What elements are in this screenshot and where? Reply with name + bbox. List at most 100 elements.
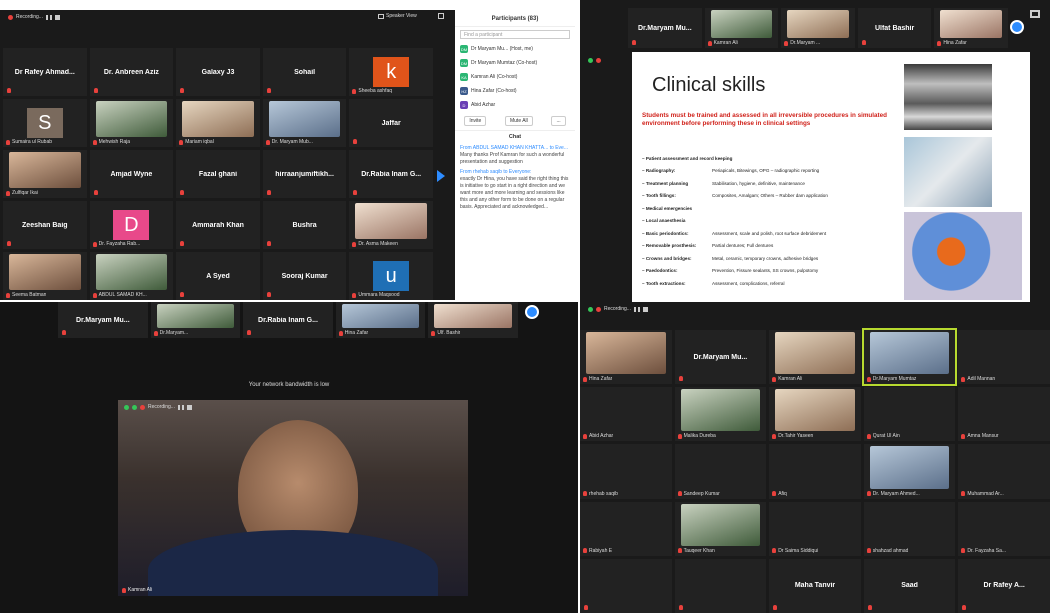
participant-tile[interactable]: u Ummara Maqsood	[349, 252, 433, 300]
participant-tile[interactable]: Kamran Ali	[769, 330, 861, 385]
participant-tile[interactable]: Amjad Wyne	[89, 150, 174, 198]
participant-tile[interactable]: Dr.Tahir Yaseen	[769, 387, 861, 442]
strip-tile[interactable]: Dr.Rabia Inam G...	[243, 302, 333, 338]
participant-tile[interactable]: A Syed	[176, 252, 260, 300]
participant-tile[interactable]: Bushra	[262, 201, 347, 249]
participant-tile[interactable]: Dr Saima Siddiqui	[769, 501, 861, 556]
fullscreen-icon[interactable]	[438, 13, 444, 19]
participant-tile[interactable]: rhehab saqib	[580, 444, 672, 499]
mic-muted-icon	[707, 40, 712, 46]
participant-caption-text: shahzad ahmad	[872, 547, 909, 554]
slide-item-key: Tooth fillings:	[642, 193, 712, 198]
mic-muted-icon	[431, 330, 436, 336]
mic-muted-icon	[92, 241, 97, 247]
participant-tile[interactable]: Fazal ghani	[176, 150, 260, 198]
participant-tile[interactable]: Saad	[863, 558, 956, 613]
pause-icon[interactable]	[633, 306, 640, 312]
participant-tile[interactable]: Dr. Maryam Mub...	[262, 99, 347, 147]
mic-muted-icon	[583, 376, 587, 382]
pause-icon[interactable]	[177, 404, 184, 410]
more-button[interactable]: ...	[551, 116, 566, 126]
participant-list-item[interactable]: DM Dr Maryam Mumtaz (Co-host)	[455, 56, 575, 70]
stop-icon[interactable]	[54, 14, 60, 20]
participant-list-item[interactable]: DM Dr Maryam Mu... (Host, me)	[455, 42, 575, 56]
participant-tile[interactable]: Sooraj Kumar	[262, 252, 347, 300]
strip-tile[interactable]: Dr.Maryam...	[150, 302, 241, 338]
participant-tile[interactable]: Dr. Maryam Ahmed...	[863, 444, 956, 499]
participant-tile[interactable]: k Sheeba ashfaq	[349, 48, 433, 96]
participant-tile[interactable]: Rabiyah E	[580, 501, 672, 556]
participant-video	[710, 10, 773, 38]
stop-icon[interactable]	[642, 306, 648, 312]
participant-tile[interactable]	[580, 558, 672, 613]
participant-tile[interactable]: Afiq	[769, 444, 861, 499]
participant-tile[interactable]: Dr. Fayzaha Sa...	[958, 501, 1050, 556]
mic-muted-icon	[866, 548, 871, 554]
stop-icon[interactable]	[186, 404, 192, 410]
strip-tile[interactable]: Kamran Ali	[704, 8, 779, 48]
participant-list-item[interactable]: HZ Hina Zafar (Co-host)	[455, 84, 575, 98]
recording-indicator[interactable]	[588, 58, 601, 63]
pause-icon[interactable]	[45, 14, 52, 20]
recording-indicator[interactable]: Recording...	[124, 404, 192, 410]
participant-tile[interactable]: Abid Azhar	[580, 387, 672, 442]
participant-tile[interactable]: shahzad ahmad	[863, 501, 956, 556]
participant-tile[interactable]: Dr. Anbreen Aziz	[89, 48, 174, 96]
participant-tile[interactable]: Sohail	[262, 48, 347, 96]
participant-tile[interactable]: Maha Tanvir	[769, 558, 861, 613]
mute-all-button[interactable]: Mute All	[504, 116, 533, 126]
participant-tile[interactable]: D Dr. Fayzaha Rab...	[89, 201, 174, 249]
participant-tile[interactable]: S Sumaira ul Rubab	[3, 99, 87, 147]
strip-tile[interactable]: Dr.Maryam Mu...	[628, 8, 702, 48]
participant-tile[interactable]: Amna Mansur	[958, 387, 1050, 442]
participant-tile[interactable]: Dr. Asma Makeen	[349, 201, 433, 249]
participant-tile[interactable]: Seema Batman	[3, 252, 87, 300]
participant-tile[interactable]: Dr.Maryam Mumtaz	[861, 327, 958, 387]
strip-tile[interactable]: Dr.Maryam ...	[781, 8, 855, 48]
participant-tile[interactable]: Mariam iqbal	[176, 99, 260, 147]
participant-tile[interactable]: Zulfiqar Ikai	[3, 150, 87, 198]
participant-tile[interactable]: Dr.Maryam Mu...	[674, 330, 767, 385]
participant-video	[787, 10, 849, 38]
participant-tile[interactable]: Qurat Ul Ain	[863, 387, 956, 442]
participant-video	[156, 304, 235, 328]
invite-button[interactable]: Invite	[464, 116, 487, 126]
mic-muted-icon	[772, 491, 777, 497]
slide-item-key: Crowns and bridges:	[642, 256, 712, 261]
participant-tile[interactable]	[674, 558, 767, 613]
strip-tile[interactable]: Hina Zafar	[335, 302, 426, 338]
participant-tile[interactable]: Muhammad Ar...	[958, 444, 1050, 499]
participant-tile[interactable]: ABDUL SAMAD KH...	[89, 252, 174, 300]
participant-list-item[interactable]: KA Kamran Ali (Co-host)	[455, 70, 575, 84]
strip-tile[interactable]: Ulfat Bashir	[857, 8, 932, 48]
participant-search-input[interactable]: Find a participant	[460, 30, 570, 39]
speaker-view-button[interactable]: Speaker View	[378, 13, 417, 19]
participant-caption-text: Mehwish Raja	[98, 139, 130, 145]
strip-tile[interactable]: Hina Zafar	[934, 8, 1008, 48]
strip-tile[interactable]: Dr.Maryam Mu...	[58, 302, 148, 338]
strip-tile[interactable]: Ulf. Bashir	[428, 302, 518, 338]
grid-view-icon[interactable]	[1030, 10, 1040, 18]
participant-avatar-letter: S	[26, 108, 63, 138]
participant-tile[interactable]: Dr.Rabia Inam G...	[349, 150, 433, 198]
participant-tile[interactable]: Dr Rafey Ahmad...	[3, 48, 87, 96]
participant-tile[interactable]: Mehwish Raja	[89, 99, 174, 147]
recording-indicator[interactable]: Recording...	[8, 14, 60, 20]
next-page-arrow-icon[interactable]	[437, 170, 445, 182]
zoom-logo-icon	[525, 305, 539, 319]
participant-tile[interactable]: Galaxy J3	[176, 48, 260, 96]
participant-tile[interactable]: Dr Rafey A...	[958, 558, 1050, 613]
participant-tile[interactable]: Sandeep Kumar	[674, 444, 767, 499]
participant-tile[interactable]: Tauqeer Khan	[674, 501, 767, 556]
participant-tile[interactable]: Malika Dureba	[674, 387, 767, 442]
participant-tile[interactable]: Ammarah Khan	[176, 201, 260, 249]
slide-item-key: Removable prosthesis:	[642, 243, 712, 248]
zoom-gallery-panel-1: Recording... Speaker View Dr Rafey Ahmad…	[0, 10, 455, 300]
participant-tile[interactable]: hirraanjumiftikh...	[262, 150, 347, 198]
participant-list-item[interactable]: D Abid Azhar	[455, 98, 575, 112]
participant-tile[interactable]: Hina Zafar	[580, 330, 672, 385]
participant-tile[interactable]: Zeeshan Baig	[3, 201, 87, 249]
recording-indicator[interactable]: Recording...	[588, 306, 648, 312]
participant-tile[interactable]: Adil Mannan	[958, 330, 1050, 385]
participant-tile[interactable]: Jaffar	[349, 99, 433, 147]
